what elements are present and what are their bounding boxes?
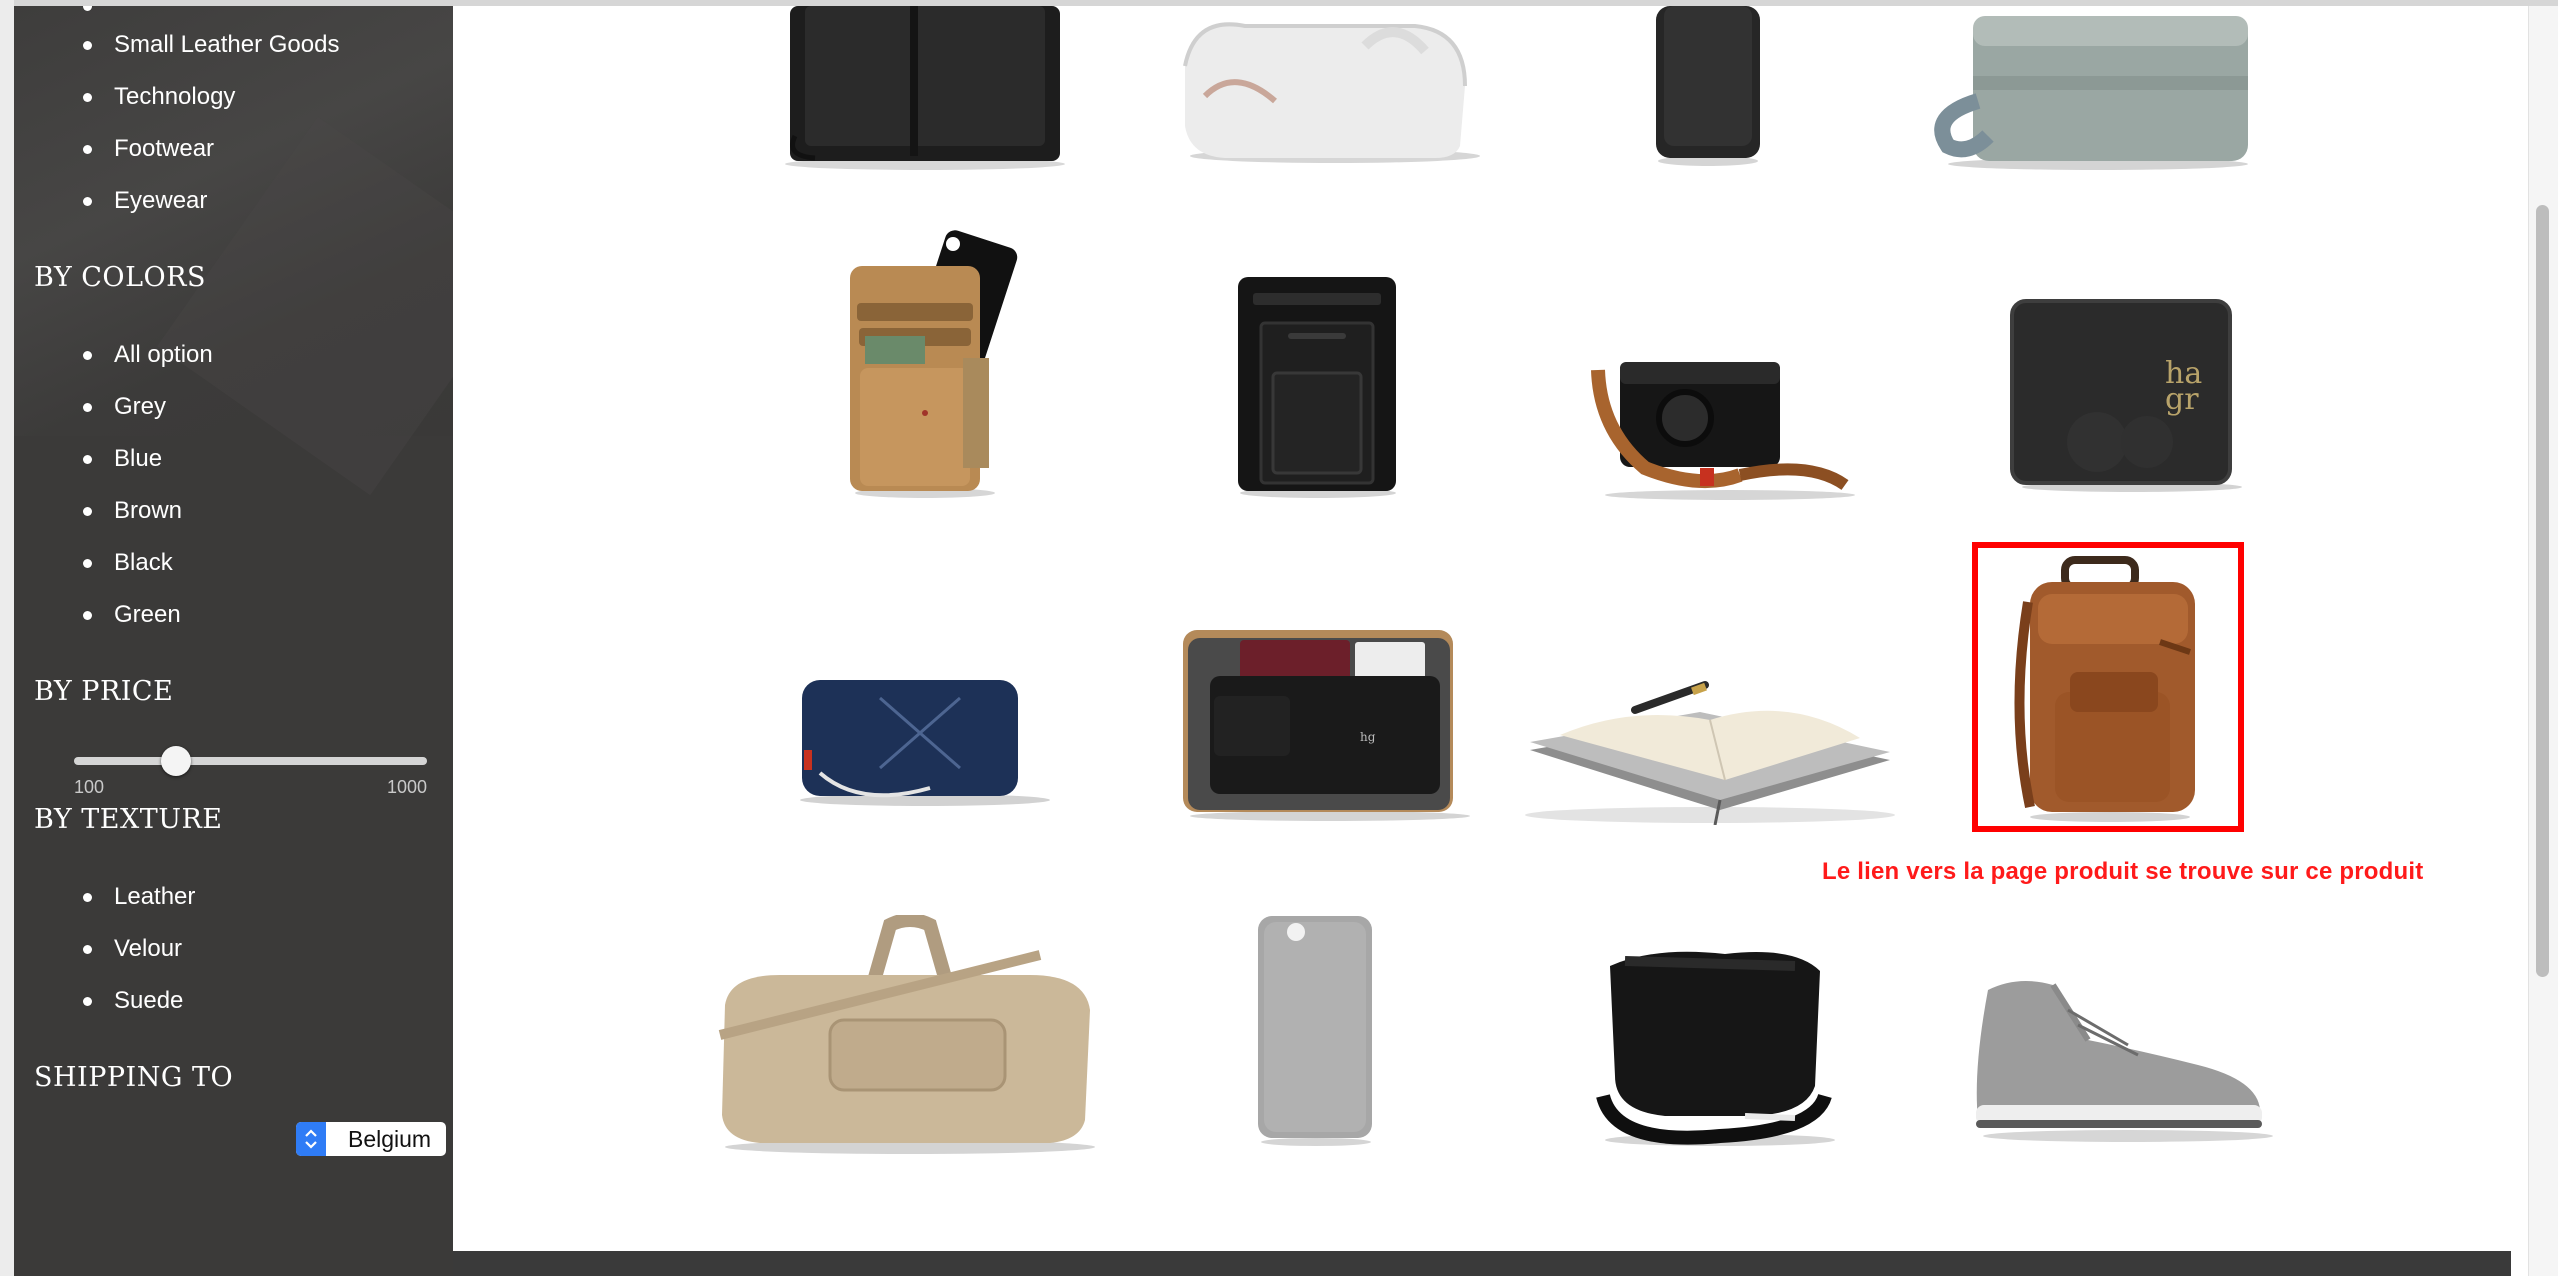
black-phone-sleeve-image — [1656, 6, 1760, 166]
section-title-price: BY PRICE — [34, 676, 174, 707]
product-black-leather-wallet[interactable]: ha gr — [2007, 297, 2247, 492]
product-white-toiletry-bag[interactable] — [1165, 6, 1485, 166]
filter-sidebar: Small Leather Goods Technology Footwear … — [14, 6, 453, 1276]
product-grey-sneaker[interactable] — [1968, 970, 2278, 1142]
page-footer — [453, 1251, 2511, 1276]
product-highlight-box — [1972, 542, 2244, 832]
color-list: All option Grey Blue Brown Black Green — [14, 329, 213, 641]
color-black[interactable]: Black — [14, 537, 213, 589]
product-grey-toiletry-case[interactable] — [1928, 6, 2258, 171]
section-title-colors: BY COLORS — [34, 262, 206, 293]
shipping-country-select[interactable]: Belgium — [296, 1122, 446, 1156]
category-small-leather-goods[interactable]: Small Leather Goods — [14, 19, 339, 71]
product-black-leather-folio[interactable] — [775, 6, 1075, 171]
price-range-slider[interactable]: 100 1000 — [74, 741, 427, 801]
felt-passport-holder-image: hg — [1183, 630, 1470, 821]
grey-phone-case-image — [1258, 916, 1372, 1146]
annotation-note: Le lien vers la page produit se trouve s… — [1822, 858, 2424, 885]
shipping-country-value: Belgium — [348, 1126, 432, 1152]
product-camera-strap[interactable] — [1590, 350, 1860, 500]
price-slider-handle[interactable] — [161, 746, 191, 776]
leather-notebook-image — [1525, 681, 1895, 825]
product-grey-phone-case[interactable] — [1256, 914, 1376, 1146]
product-black-phone-sleeve[interactable] — [1648, 6, 1768, 166]
product-black-card-wallet[interactable] — [1233, 273, 1403, 498]
product-beige-suede-duffel[interactable] — [710, 915, 1105, 1155]
section-title-texture: BY TEXTURE — [34, 804, 223, 835]
page-left-edge — [0, 0, 14, 1276]
product-leather-notebook[interactable] — [1520, 650, 1900, 825]
svg-text:gr: gr — [2165, 382, 2199, 417]
beige-suede-duffel-image — [718, 915, 1095, 1154]
camera-strap-image — [1591, 362, 1855, 500]
color-green[interactable]: Green — [14, 589, 213, 641]
product-tan-phone-wallet[interactable] — [845, 228, 1020, 498]
svg-text:hg: hg — [1360, 730, 1376, 744]
texture-velour[interactable]: Velour — [14, 923, 195, 975]
white-toiletry-bag-image — [1183, 22, 1480, 163]
color-grey[interactable]: Grey — [14, 381, 213, 433]
grey-toiletry-case-image — [1934, 16, 2248, 170]
product-black-shoulder-bag[interactable] — [1595, 946, 1845, 1146]
select-arrows-icon — [296, 1122, 326, 1156]
price-min-label: 100 — [74, 777, 105, 797]
product-felt-passport-holder[interactable]: hg — [1180, 626, 1475, 821]
navy-pouch-image — [800, 680, 1050, 806]
category-technology[interactable]: Technology — [14, 71, 339, 123]
price-slider-track[interactable] — [74, 757, 427, 765]
color-blue[interactable]: Blue — [14, 433, 213, 485]
category-eyewear[interactable]: Eyewear — [14, 175, 339, 227]
product-navy-pouch[interactable] — [800, 678, 1060, 808]
scrollbar-thumb[interactable] — [2536, 205, 2549, 977]
category-list: Small Leather Goods Technology Footwear … — [14, 19, 339, 227]
category-footwear[interactable]: Footwear — [14, 123, 339, 175]
texture-suede[interactable]: Suede — [14, 975, 195, 1027]
color-brown[interactable]: Brown — [14, 485, 213, 537]
section-title-shipping: SHIPPING TO — [34, 1062, 234, 1093]
texture-list: Leather Velour Suede — [14, 871, 195, 1027]
texture-leather[interactable]: Leather — [14, 871, 195, 923]
tan-phone-wallet-image — [850, 230, 1018, 498]
grey-sneaker-image — [1976, 981, 2273, 1142]
black-leather-folio-image — [785, 6, 1065, 170]
black-leather-wallet-image: ha gr — [2010, 299, 2242, 492]
black-shoulder-bag-image — [1596, 951, 1835, 1146]
color-all-option[interactable]: All option — [14, 329, 213, 381]
black-card-wallet-image — [1238, 277, 1396, 498]
price-max-label: 1000 — [386, 777, 427, 797]
